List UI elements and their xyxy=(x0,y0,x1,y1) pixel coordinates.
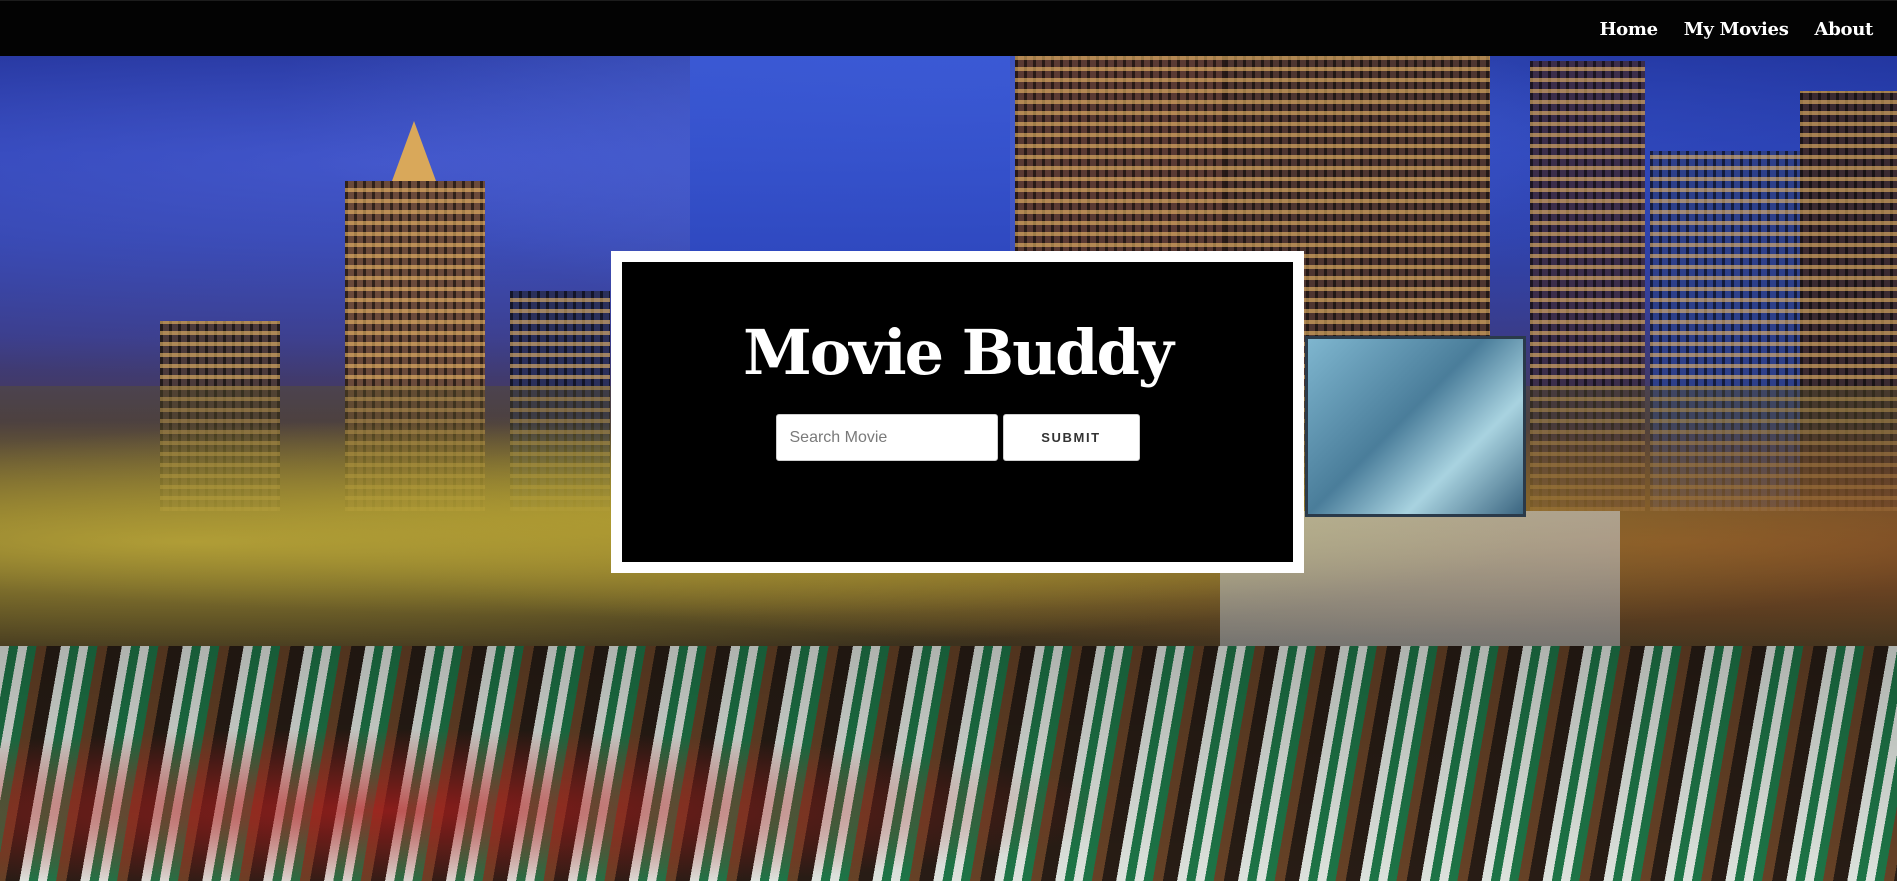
top-navbar: Home My Movies About xyxy=(0,0,1897,56)
skyline-spire xyxy=(392,121,436,181)
page: Home My Movies About Movie Buddy SUBMIT xyxy=(0,0,1897,881)
hero-card-inner: Movie Buddy SUBMIT xyxy=(622,262,1293,562)
submit-button[interactable]: SUBMIT xyxy=(1002,414,1140,461)
page-title: Movie Buddy xyxy=(743,316,1174,389)
search-input[interactable] xyxy=(775,414,998,461)
nav-link-about[interactable]: About xyxy=(1815,19,1874,40)
hero-card: Movie Buddy SUBMIT xyxy=(611,251,1304,573)
nav-links: Home My Movies About xyxy=(1599,1,1873,57)
deck-chairs xyxy=(0,646,1897,881)
outdoor-cinema-screen xyxy=(1305,336,1526,517)
nav-link-home[interactable]: Home xyxy=(1599,19,1658,40)
background-poster xyxy=(690,56,1010,256)
search-form: SUBMIT xyxy=(622,414,1293,461)
nav-link-my-movies[interactable]: My Movies xyxy=(1684,19,1789,40)
